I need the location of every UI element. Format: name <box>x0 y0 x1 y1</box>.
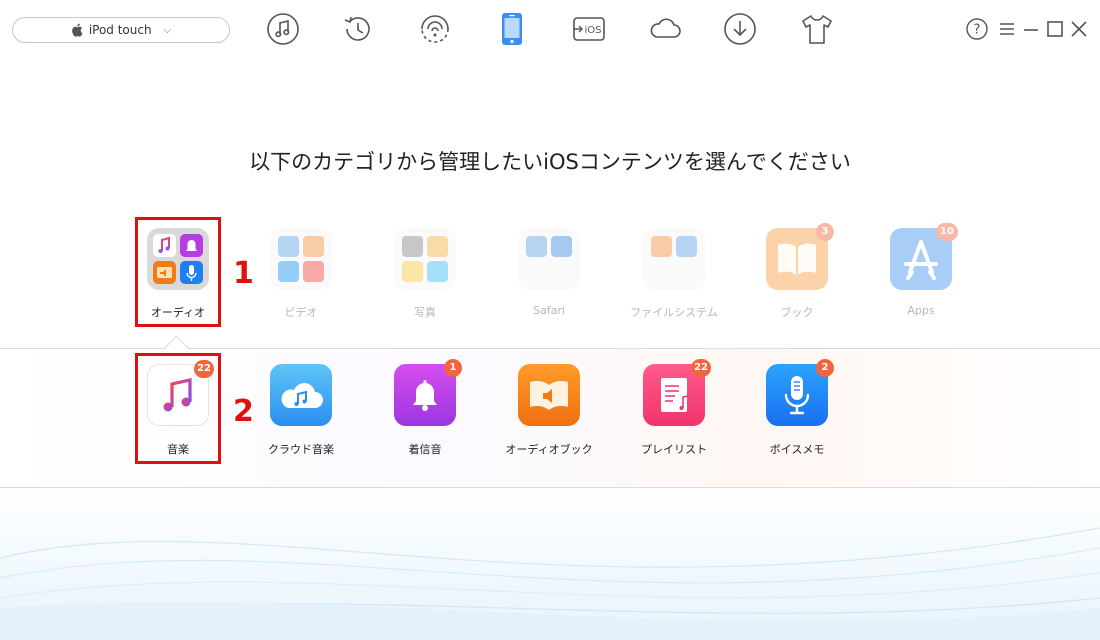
device-selector[interactable]: iPod touch ⌵ <box>12 17 230 43</box>
svg-text:iOS: iOS <box>585 25 602 36</box>
category-apps[interactable]: 10 Apps <box>866 223 976 317</box>
highlight-box-music <box>135 353 221 464</box>
safari-folder-icon <box>518 228 580 290</box>
audio-item-cloud-music[interactable]: クラウド音楽 <box>246 364 356 457</box>
badge-count: 3 <box>816 223 834 241</box>
category-label: Safari <box>533 304 565 317</box>
menu-icon[interactable] <box>996 18 1018 40</box>
category-label: Apps <box>907 304 935 317</box>
audio-item-label: プレイリスト <box>641 443 707 456</box>
file-system-icon <box>643 228 705 290</box>
audiobook-icon <box>518 364 580 426</box>
page-title: 以下のカテゴリから管理したいiOSコンテンツを選んでください <box>249 150 851 174</box>
badge-count: 22 <box>691 359 711 377</box>
audio-item-label: クラウド音楽 <box>268 443 334 456</box>
category-label: ファイルシステム <box>630 306 718 319</box>
audio-item-playlist[interactable]: 22 プレイリスト <box>619 359 729 457</box>
playlist-icon: 22 <box>643 359 711 426</box>
step-number-2: 2 <box>233 394 254 429</box>
step-number-1: 1 <box>233 256 254 291</box>
device-manage-icon[interactable] <box>495 12 529 46</box>
chevron-down-icon: ⌵ <box>163 24 172 36</box>
ios-mover-icon[interactable]: iOS <box>572 12 606 46</box>
tshirt-icon[interactable] <box>800 12 834 46</box>
video-folder-icon <box>270 228 332 290</box>
close-icon[interactable] <box>1068 18 1090 40</box>
category-video[interactable]: ビデオ <box>246 228 356 320</box>
wifi-sync-icon[interactable] <box>418 12 452 46</box>
top-toolbar: iPod touch ⌵ iOS ? <box>0 0 1100 60</box>
category-label: ビデオ <box>284 306 318 319</box>
badge-count: 1 <box>444 359 462 377</box>
music-note-icon[interactable] <box>266 12 300 46</box>
badge-count: 10 <box>936 223 958 241</box>
voice-memo-icon: 2 <box>766 359 834 426</box>
help-icon[interactable]: ? <box>966 18 988 40</box>
device-name: iPod touch <box>88 23 152 37</box>
apple-icon <box>71 23 83 37</box>
history-icon[interactable] <box>341 12 375 46</box>
download-icon[interactable] <box>723 12 757 46</box>
ringtone-bell-icon: 1 <box>394 359 462 426</box>
category-safari[interactable]: Safari <box>494 228 604 317</box>
category-books[interactable]: 3 ブック <box>742 223 852 320</box>
audio-item-label: 着信音 <box>408 443 442 456</box>
highlight-box-audio <box>135 217 221 327</box>
photo-folder-icon <box>394 228 456 290</box>
category-label: ブック <box>780 306 814 319</box>
category-photos[interactable]: 写真 <box>370 228 480 320</box>
icloud-icon[interactable] <box>648 12 682 46</box>
category-label: 写真 <box>414 306 436 319</box>
svg-text:?: ? <box>974 23 981 38</box>
minimize-icon[interactable] <box>1020 18 1042 40</box>
audio-item-voice-memo[interactable]: 2 ボイスメモ <box>742 359 852 457</box>
audio-item-label: ボイスメモ <box>769 443 825 456</box>
maximize-icon[interactable] <box>1044 18 1066 40</box>
cloud-music-icon <box>270 364 332 426</box>
audio-item-ringtone[interactable]: 1 着信音 <box>370 359 480 457</box>
audio-item-audiobook[interactable]: オーディオブック <box>494 364 604 457</box>
audio-item-label: オーディオブック <box>505 443 593 456</box>
category-file-system[interactable]: ファイルシステム <box>619 228 729 320</box>
badge-count: 2 <box>816 359 834 377</box>
background-waves <box>0 488 1100 640</box>
book-icon: 3 <box>766 223 834 290</box>
app-store-icon: 10 <box>890 223 958 290</box>
